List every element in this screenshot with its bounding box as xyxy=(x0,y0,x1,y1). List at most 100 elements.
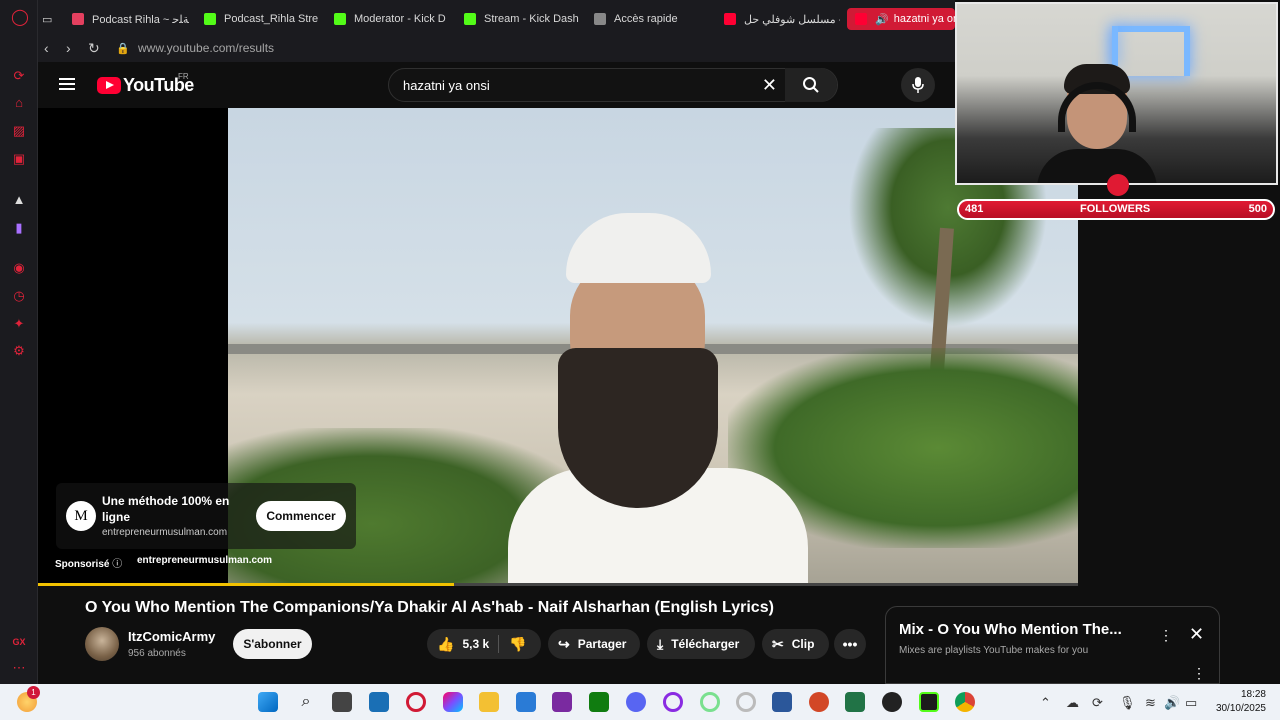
settings-gear-icon[interactable]: ⚙ xyxy=(11,343,27,359)
store-icon[interactable] xyxy=(516,692,536,712)
twitch-icon[interactable]: ▮ xyxy=(11,220,27,236)
player-icon[interactable]: ◉ xyxy=(11,260,27,276)
word-icon[interactable] xyxy=(772,692,792,712)
app-icon[interactable] xyxy=(369,692,389,712)
speaker-icon[interactable]: 🔊 xyxy=(875,13,889,26)
messenger-icon[interactable]: ▣ xyxy=(11,151,27,167)
tray-overflow-icon[interactable]: ⌃ xyxy=(1040,695,1051,711)
tab-label: hazatni ya on xyxy=(893,13,955,25)
clock[interactable]: 18:28 30/10/2025 xyxy=(1212,688,1266,716)
sponsor-domain[interactable]: entrepreneurmusulman.com xyxy=(137,555,272,566)
search-icon[interactable]: ⌕ xyxy=(296,692,316,712)
video-scene-person xyxy=(508,208,808,585)
games-icon[interactable]: ▨ xyxy=(11,123,27,139)
tab-3[interactable]: Stream - Kick Dash xyxy=(464,8,582,30)
follower-goal-bar: 481 FOLLOWERS 500 xyxy=(957,199,1275,220)
sponsored-label: Sponsorisé ⓘ xyxy=(55,555,122,570)
volume-icon[interactable]: 🔊 xyxy=(1164,695,1180,711)
tray-app-icon[interactable]: ☁ xyxy=(1066,695,1079,711)
crypto-wallet-icon[interactable]: ⌂ xyxy=(11,95,27,111)
subscribe-button[interactable]: S'abonner xyxy=(233,629,312,659)
reload-icon[interactable]: ↻ xyxy=(88,40,100,57)
tab-label: Podcast Rihla ~ ﺔﻠﺣ xyxy=(92,13,189,26)
history-icon[interactable]: ◷ xyxy=(11,288,27,304)
info-icon[interactable]: ⓘ xyxy=(112,559,122,570)
search-box[interactable]: hazatni ya onsi ✕ xyxy=(388,68,838,102)
task-view-icon[interactable] xyxy=(332,692,352,712)
progress-bar[interactable] xyxy=(38,583,1078,586)
menu-icon[interactable] xyxy=(59,78,75,90)
like-dislike-group: 👍 5,3 k 👎 xyxy=(427,629,541,659)
clear-search-icon[interactable]: ✕ xyxy=(762,75,777,96)
opera-air-icon[interactable] xyxy=(700,692,720,712)
kick-icon[interactable]: ▲ xyxy=(11,192,27,208)
clip-button[interactable]: ✂ Clip xyxy=(762,629,829,659)
tab-label: مسلسل شوفلي حل - xyxy=(744,13,840,26)
extensions-icon[interactable]: ✦ xyxy=(11,316,27,332)
opera-gx-taskbar-icon[interactable] xyxy=(406,692,426,712)
tab-6-active[interactable]: 🔊 hazatni ya on xyxy=(847,8,955,30)
app-icon[interactable] xyxy=(552,692,572,712)
mix-item-menu-icon[interactable]: ⋮ xyxy=(1192,665,1206,682)
url-field[interactable]: www.youtube.com/results xyxy=(138,41,274,55)
mix-close-icon[interactable]: ✕ xyxy=(1189,625,1204,643)
tray-mic-icon[interactable]: 🎙 xyxy=(1119,695,1136,711)
back-icon[interactable]: ‹ xyxy=(44,40,49,56)
youtube-icon xyxy=(855,13,867,25)
search-input[interactable]: hazatni ya onsi xyxy=(403,78,490,93)
xbox-icon[interactable] xyxy=(589,692,609,712)
aria-icon[interactable]: ⟳ xyxy=(11,68,27,84)
battery-icon[interactable]: ▭ xyxy=(1185,695,1197,711)
clock-time: 18:28 xyxy=(1240,689,1266,700)
mix-playlist-panel[interactable]: Mix - O You Who Mention The... Mixes are… xyxy=(885,606,1220,684)
subscriber-count: 956 abonnés xyxy=(128,648,186,659)
country-code: FR xyxy=(178,72,189,81)
download-icon: ⤓ xyxy=(657,635,664,652)
voice-search-button[interactable] xyxy=(901,68,935,102)
ad-cta-button[interactable]: Commencer xyxy=(256,501,346,531)
like-icon[interactable]: 👍 xyxy=(437,636,454,653)
more-dots-icon[interactable]: ⋯ xyxy=(11,660,27,676)
tab-overview-icon[interactable]: ▭ xyxy=(42,8,62,30)
tab-4[interactable]: Accès rapide xyxy=(594,8,694,30)
video-player[interactable]: M Une méthode 100% en ligne entrepreneur… xyxy=(38,108,1078,586)
channel-name[interactable]: ItzComicArmy xyxy=(128,629,215,644)
wifi-icon[interactable]: ≋ xyxy=(1145,695,1156,711)
dislike-icon[interactable]: 👎 xyxy=(509,636,526,653)
copilot-icon[interactable] xyxy=(443,692,463,712)
forward-icon[interactable]: › xyxy=(66,40,71,56)
opera-logo-icon[interactable]: ◯ xyxy=(11,10,29,26)
tab-2[interactable]: Moderator - Kick D xyxy=(334,8,452,30)
tray-sync-icon[interactable]: ⟳ xyxy=(1092,695,1103,711)
ad-domain: entrepreneurmusulman.com xyxy=(102,527,228,538)
opera-icon[interactable] xyxy=(736,692,756,712)
search-button[interactable] xyxy=(785,68,837,102)
microphone-icon xyxy=(912,77,924,93)
neon-light xyxy=(1112,26,1118,66)
address-bar: ‹ › ↻ 🔒 www.youtube.com/results xyxy=(38,36,955,62)
tab-5[interactable]: مسلسل شوفلي حل - xyxy=(724,8,840,30)
ad-title[interactable]: Une méthode 100% en ligne xyxy=(102,493,232,525)
like-count[interactable]: 5,3 k xyxy=(462,637,489,651)
more-actions-button[interactable]: ••• xyxy=(834,629,866,659)
tab-0[interactable]: Podcast Rihla ~ ﺔﻠﺣ xyxy=(72,8,190,30)
powerpoint-icon[interactable] xyxy=(809,692,829,712)
app-icon[interactable] xyxy=(919,692,939,712)
obs-icon[interactable] xyxy=(882,692,902,712)
tab-1[interactable]: Podcast_Rihla Stre xyxy=(204,8,324,30)
mix-title[interactable]: Mix - O You Who Mention The... xyxy=(899,621,1122,638)
mix-menu-icon[interactable]: ⋮ xyxy=(1159,627,1173,644)
file-explorer-icon[interactable] xyxy=(479,692,499,712)
share-button[interactable]: ↪ Partager xyxy=(548,629,640,659)
ad-overlay[interactable]: M Une méthode 100% en ligne entrepreneur… xyxy=(56,483,356,549)
channel-avatar[interactable] xyxy=(85,627,119,661)
clip-label: Clip xyxy=(791,637,815,651)
download-button[interactable]: ⤓ Télécharger xyxy=(647,629,755,659)
windows-start-icon[interactable] xyxy=(258,692,278,712)
share-label: Partager xyxy=(577,637,627,651)
discord-icon[interactable] xyxy=(626,692,646,712)
opera-icon[interactable] xyxy=(663,692,683,712)
excel-icon[interactable] xyxy=(845,692,865,712)
followers-goal: 500 xyxy=(1248,203,1267,215)
chrome-icon[interactable] xyxy=(955,692,975,712)
